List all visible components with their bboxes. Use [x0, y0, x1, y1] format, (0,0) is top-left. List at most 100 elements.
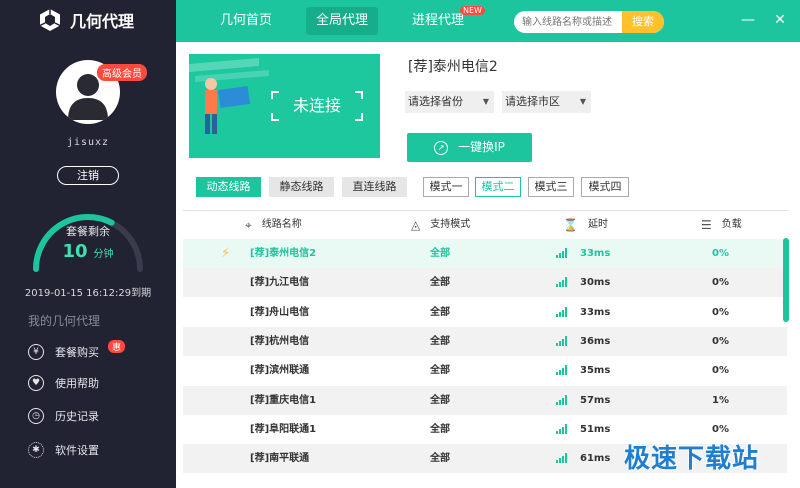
- line-latency: 36ms: [580, 335, 611, 347]
- signal-icon: [556, 394, 567, 405]
- mode-1-button[interactable]: 模式一: [423, 177, 469, 197]
- line-mode: 全部: [430, 335, 450, 347]
- table-row[interactable]: [荐]九江电信 全部 30ms 0%: [183, 268, 787, 298]
- line-mode: 全部: [430, 394, 450, 406]
- discount-badge: 惠: [108, 340, 126, 353]
- signal-bar: [562, 280, 564, 288]
- sidebar-item-settings[interactable]: ✱ 软件设置: [28, 440, 99, 460]
- dropdown-arrow-icon: ▼: [482, 97, 489, 106]
- column-header-label: 线路名称: [261, 219, 302, 230]
- signal-bar: [562, 397, 564, 405]
- tab-home[interactable]: 几何首页: [210, 7, 282, 35]
- brand: 几何代理: [38, 8, 134, 32]
- signal-bar: [556, 430, 558, 434]
- sidebar-item-purchase[interactable]: ¥ 套餐购买: [28, 342, 99, 362]
- signal-bar: [556, 284, 558, 288]
- close-button[interactable]: ✕: [770, 10, 790, 30]
- line-mode: 全部: [430, 306, 450, 318]
- search-button[interactable]: 搜索: [622, 11, 664, 33]
- logo-icon: [39, 9, 61, 31]
- corner-bracket: [271, 91, 279, 99]
- new-badge: NEW: [460, 6, 485, 15]
- column-header-load[interactable]: ☰ 负载: [701, 211, 742, 239]
- column-header-mode[interactable]: ◬ 支持模式: [411, 211, 470, 239]
- plan-remaining-number: 10: [62, 241, 88, 262]
- province-select[interactable]: 请选择省份 ▼: [405, 91, 494, 113]
- line-latency: 33ms: [580, 248, 611, 259]
- signal-bar: [556, 342, 558, 346]
- mode-4-button[interactable]: 模式四: [581, 177, 629, 197]
- signal-bar: [559, 253, 561, 258]
- signal-bar: [559, 282, 561, 288]
- signal-icon: [556, 248, 567, 258]
- signal-bar: [565, 365, 567, 376]
- line-load: 0%: [712, 365, 729, 377]
- corner-bracket: [355, 113, 363, 121]
- line-type-dynamic[interactable]: 动态线路: [196, 177, 261, 197]
- table-row[interactable]: [荐]杭州电信 全部 36ms 0%: [183, 326, 787, 356]
- sidebar-item-history[interactable]: ◷ 历史记录: [28, 406, 99, 426]
- line-load: 1%: [712, 394, 729, 406]
- table-header: ⌖ 线路名称 ◬ 支持模式 ⌛ 延时 ☰ 负载: [183, 210, 787, 238]
- current-line-title: [荐]泰州电信2: [408, 59, 498, 75]
- signal-bar: [565, 394, 567, 405]
- plan-expire: 2019-01-15 16:12:29到期: [24, 288, 152, 299]
- connection-banner: 未连接: [189, 54, 380, 158]
- signal-bar: [559, 311, 561, 317]
- line-type-direct[interactable]: 直连线路: [342, 177, 407, 197]
- line-latency: 51ms: [580, 423, 611, 435]
- signal-bar: [565, 306, 567, 317]
- location-pin-icon: ⌖: [245, 218, 252, 232]
- signal-icon: [556, 277, 567, 288]
- line-name: [荐]南平联通: [250, 453, 310, 465]
- table-row[interactable]: [荐]舟山电信 全部 33ms 0%: [183, 298, 787, 327]
- signal-bar: [565, 277, 567, 288]
- line-mode: 全部: [430, 277, 450, 289]
- app-name: 几何代理: [70, 12, 135, 31]
- line-mode: 全部: [430, 248, 450, 259]
- column-header-label: 支持模式: [430, 219, 471, 230]
- line-name: [荐]舟山电信: [250, 306, 310, 318]
- table-row[interactable]: ⚡ [荐]泰州电信2 全部 33ms 0%: [183, 239, 787, 268]
- clock-icon: ◷: [28, 408, 44, 424]
- plan-remaining-unit: 分钟: [93, 249, 114, 260]
- line-load: 0%: [712, 248, 729, 259]
- line-load: 0%: [712, 277, 729, 289]
- username: jisuxz: [66, 137, 110, 148]
- signal-icon: [556, 365, 567, 376]
- signal-bar: [559, 458, 561, 464]
- corner-bracket: [271, 113, 279, 121]
- switch-ip-label: 一键换IP: [458, 140, 505, 154]
- column-header-name[interactable]: ⌖ 线路名称: [245, 211, 302, 239]
- mode-2-button[interactable]: 模式二: [475, 177, 521, 197]
- yuan-icon: ¥: [28, 344, 44, 360]
- signal-bar: [565, 423, 567, 434]
- minimize-button[interactable]: —: [738, 10, 758, 30]
- dropdown-arrow-icon: ▼: [579, 97, 586, 106]
- line-type-static[interactable]: 静态线路: [269, 177, 334, 197]
- tab-global-proxy[interactable]: 全局代理: [306, 7, 379, 35]
- watermark: 极速下载站: [624, 444, 760, 474]
- signal-bar: [562, 309, 564, 317]
- signal-bar: [559, 370, 561, 376]
- sidebar-item-label: 历史记录: [55, 410, 99, 423]
- sidebar-item-help[interactable]: ♥ 使用帮助: [28, 373, 99, 393]
- sidebar-item-label: 套餐购买: [55, 346, 99, 359]
- switch-ip-button[interactable]: ↗ 一键换IP: [407, 133, 532, 162]
- table-scrollbar[interactable]: [783, 238, 789, 322]
- line-latency: 61ms: [580, 453, 611, 465]
- signal-bar: [562, 251, 564, 258]
- sidebar-item-label: 使用帮助: [55, 377, 99, 390]
- table-row[interactable]: [荐]滨州联通 全部 35ms 0%: [183, 356, 787, 385]
- line-name: [荐]九江电信: [250, 277, 310, 289]
- logout-button[interactable]: 注销: [57, 166, 119, 185]
- column-header-latency[interactable]: ⌛ 延时: [563, 211, 608, 239]
- line-name: [荐]阜阳联通1: [250, 423, 317, 435]
- signal-icon: [556, 453, 567, 464]
- table-row[interactable]: [荐]重庆电信1 全部 57ms 1%: [183, 385, 787, 415]
- heart-icon: ♥: [28, 375, 44, 391]
- mode-3-button[interactable]: 模式三: [528, 177, 574, 197]
- city-select[interactable]: 请选择市区 ▼: [502, 91, 591, 113]
- signal-bar: [565, 335, 567, 346]
- signal-bar: [556, 372, 558, 376]
